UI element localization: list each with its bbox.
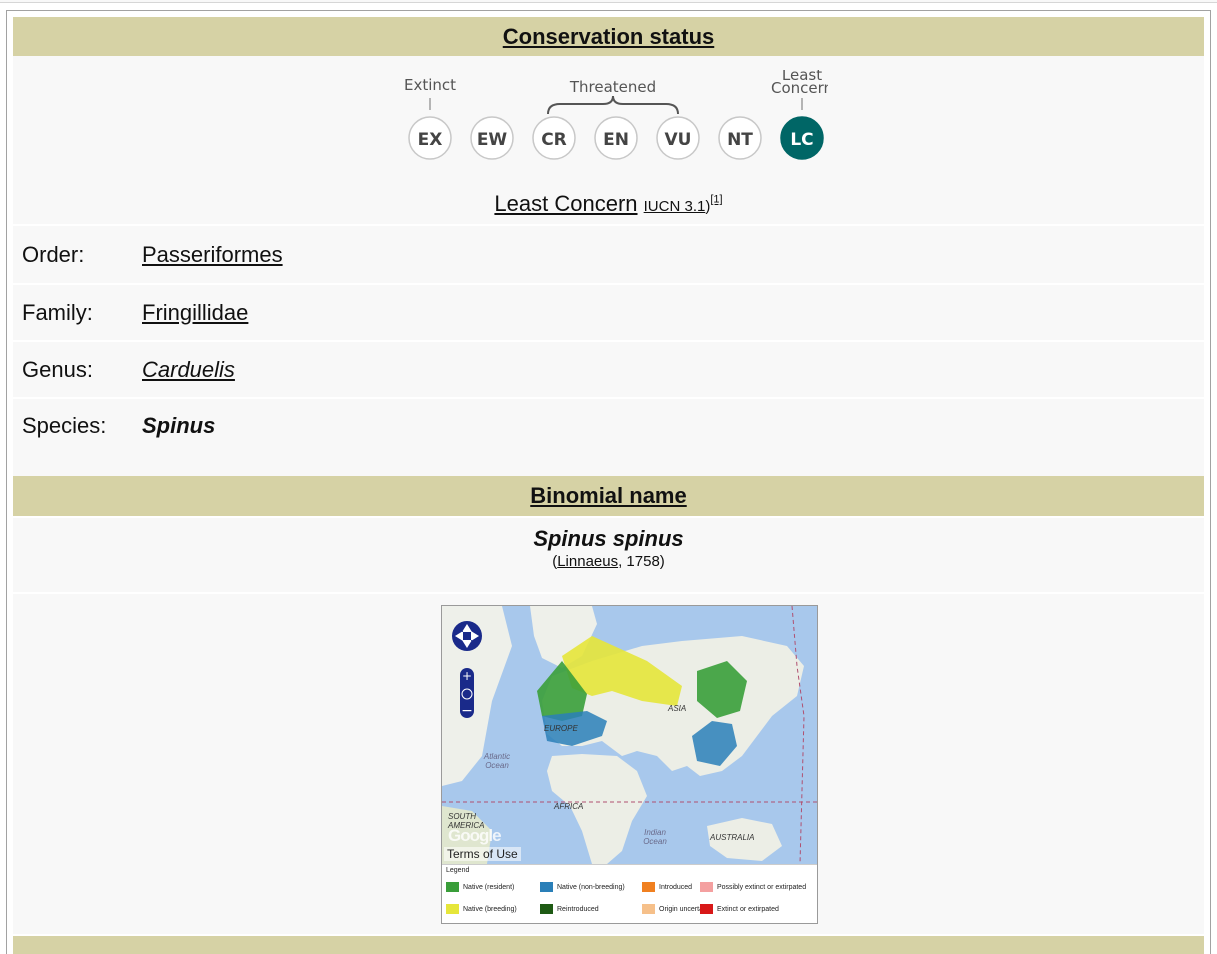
rank-label: Family: [13,285,135,340]
rank-value-cell: Passeriformes [137,226,1204,283]
legend-swatch [540,882,553,892]
conservation-status-link[interactable]: Conservation status [503,24,715,50]
rank-value-cell: Fringillidae [137,285,1204,340]
map-label-atlantic: Atlantic Ocean [483,752,511,770]
legend-label: Possibly extinct or extirpated [717,883,807,891]
legend-item: Possibly extinct or extirpated [700,882,806,892]
genus-link[interactable]: Carduelis [142,357,235,383]
map-label-asia: ASIA [668,704,687,713]
iucn-version-link[interactable]: IUCN 3.1 [644,198,706,215]
status-code-nt: NT [727,130,753,150]
legend-label: Extinct or extirpated [717,905,779,913]
legend-item: Reintroduced [540,904,599,914]
binomial-name-header: Binomial name [13,476,1204,516]
svg-text:−: − [461,703,473,719]
conservation-scale-graphic: Extinct Threatened Least Concern EX EW CR E… [404,70,828,160]
legend-label: Native (resident) [463,883,515,891]
google-logo: Google [448,826,502,845]
row-separator [13,592,1204,594]
binomial-name-cell: Spinus spinus (Linnaeus, 1758) [13,518,1204,590]
legend-label: Native (non-breeding) [557,883,625,891]
status-code-lc: LC [790,130,813,150]
conservation-status-header: Conservation status [13,17,1204,56]
range-map[interactable]: + − ASIA EUROPE AFRICA Atlantic Ocean In… [441,605,818,924]
order-link[interactable]: Passeriformes [142,242,283,268]
legend-item: Native (breeding) [446,904,517,914]
taxobox-frame: Conservation status Extinct Threatened L… [6,10,1211,954]
status-line: Least Concern IUCN 3.1)[1] [494,191,723,216]
legend-swatch [642,882,655,892]
svg-text:+: + [462,669,472,683]
binomial-name: Spinus spinus [533,526,684,551]
binomial-authority: (Linnaeus, 1758) [13,553,1204,570]
scale-circles: EX EW CR EN VU NT LC [408,116,824,160]
authority-year: , 1758) [618,553,665,570]
legend-item: Native (resident) [446,882,514,892]
threatened-label: Threatened [569,78,656,96]
map-legend: Legend Native (resident) Native (non-bree… [442,864,817,923]
legend-swatch [642,904,655,914]
terms-of-use-link[interactable]: Terms of Use [444,847,521,861]
legend-title: Legend [446,867,470,874]
page-top-line [0,0,1217,3]
rank-value-cell: Spinus [137,399,1204,473]
binomial-name-link[interactable]: Binomial name [530,483,686,509]
legend-swatch [446,882,459,892]
map-label-australia: AUSTRALIA [710,833,755,842]
reference-link[interactable]: [1] [710,194,722,206]
taxonomy-row-species: Species: Spinus [13,399,1204,473]
taxonomy-row-order: Order: Passeriformes [13,226,1204,283]
map-label-africa: AFRICA [554,802,584,811]
legend-label: Reintroduced [557,905,599,913]
author-link[interactable]: Linnaeus [557,553,618,570]
legend-label: Introduced [659,883,693,891]
least-concern-link[interactable]: Least Concern [494,191,637,216]
rank-label: Species: [13,399,135,473]
species-name: Spinus [142,413,216,438]
taxonomy-row-genus: Genus: Carduelis [13,342,1204,397]
pan-control[interactable] [452,621,482,651]
legend-swatch [446,904,459,914]
concern-label: Concern [771,79,828,97]
status-code-en: EN [603,130,629,150]
legend-item: Origin uncertain [642,904,708,914]
family-link[interactable]: Fringillidae [142,300,248,326]
status-code-ex: EX [418,130,443,150]
legend-swatch [700,904,713,914]
rank-label: Genus: [13,342,135,397]
extinct-label: Extinct [404,76,456,94]
taxobox: Conservation status Extinct Threatened L… [13,17,1204,954]
map-label-indian: Indian Ocean [643,828,667,846]
rank-label: Order: [13,226,135,283]
legend-label: Native (breeding) [463,905,517,913]
legend-item: Extinct or extirpated [700,904,779,914]
next-section-header [13,936,1204,954]
map-label-europe: EUROPE [544,724,578,733]
taxonomy-row-family: Family: Fringillidae [13,285,1204,340]
status-code-cr: CR [541,130,567,150]
zoom-control[interactable]: + − [460,668,474,719]
legend-item: Native (non-breeding) [540,882,625,892]
status-code-ew: EW [477,130,508,150]
legend-swatch [540,904,553,914]
legend-swatch [700,882,713,892]
conservation-status-panel: Extinct Threatened Least Concern EX EW CR E… [13,58,1204,224]
threatened-brace [547,95,679,115]
rank-value-cell: Carduelis [137,342,1204,397]
legend-item: Introduced [642,882,692,892]
status-code-vu: VU [665,130,692,150]
